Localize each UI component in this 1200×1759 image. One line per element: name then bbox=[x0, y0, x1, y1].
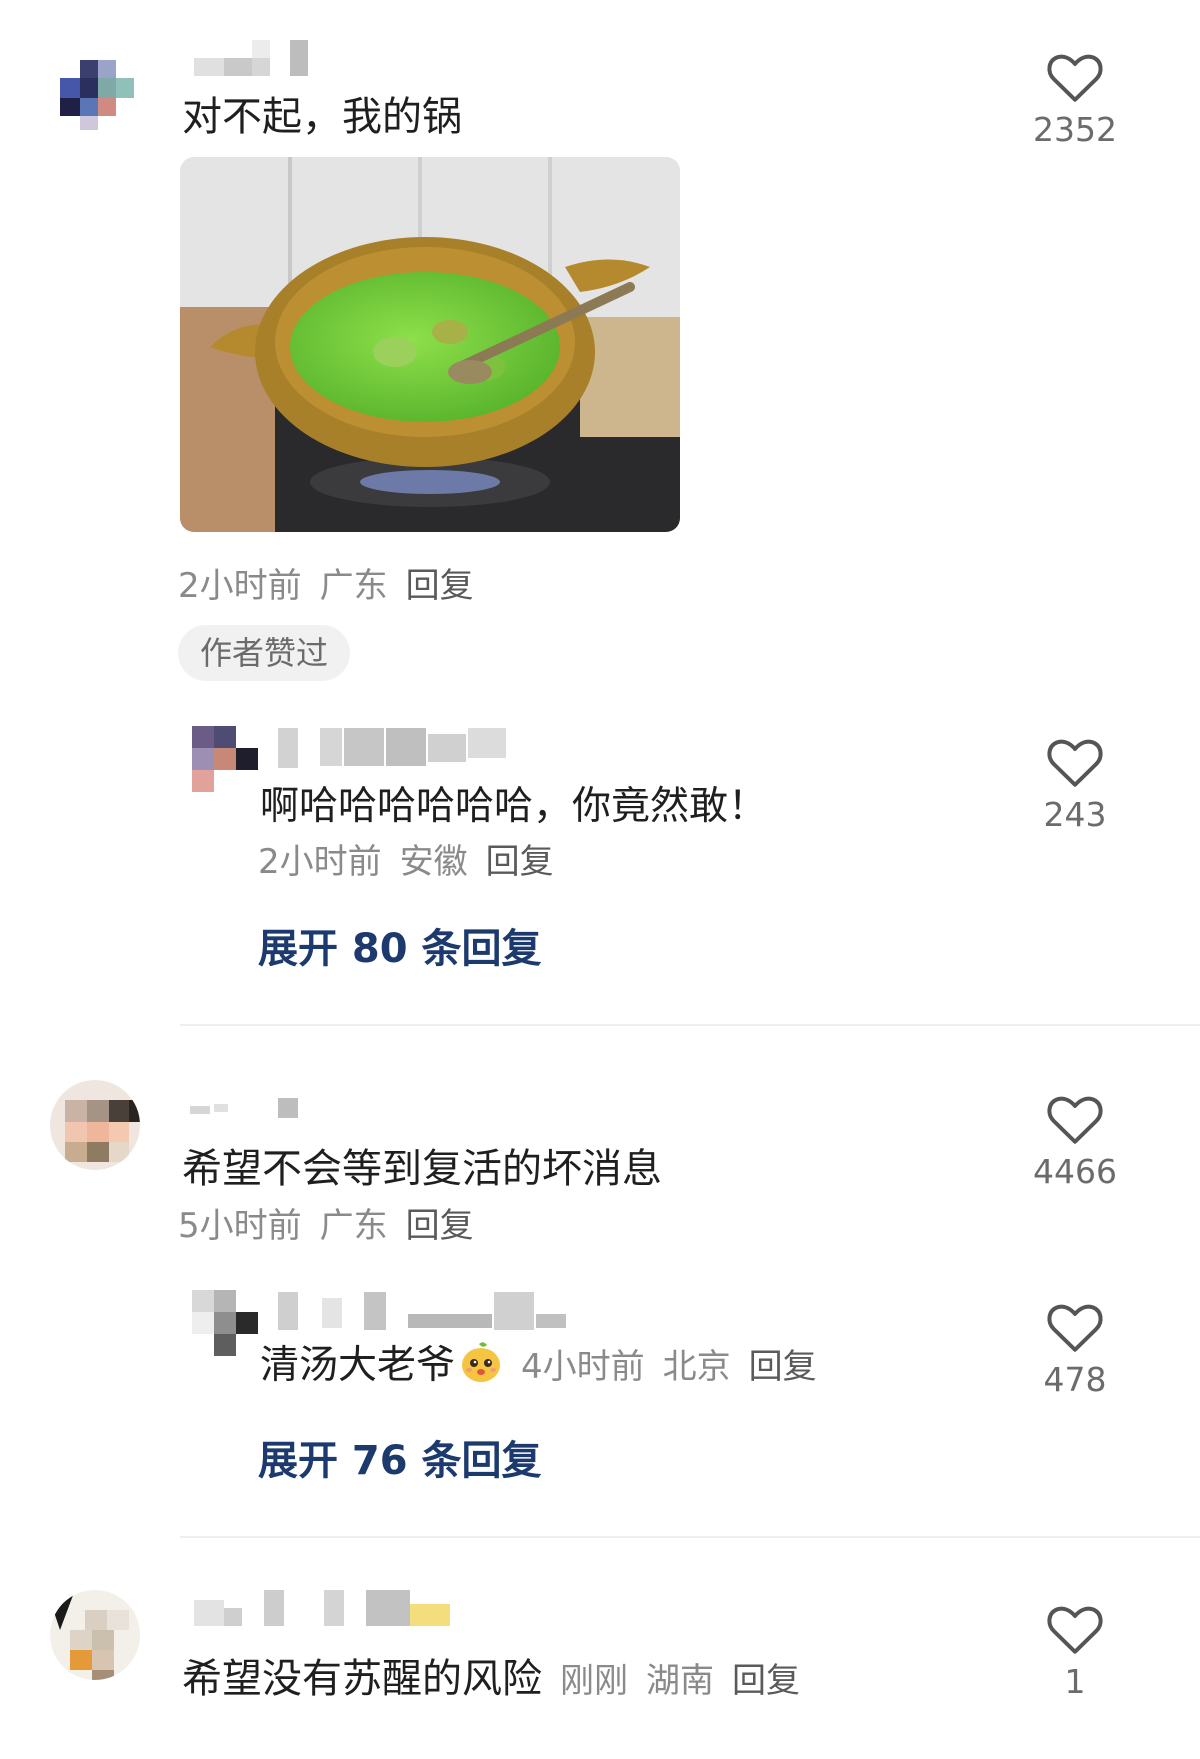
comment-photo[interactable] bbox=[180, 157, 680, 532]
like-button[interactable]: 1 bbox=[1020, 1600, 1130, 1702]
reply-link[interactable]: 回复 bbox=[406, 566, 474, 606]
comment-meta: 5小时前 广东 回复 bbox=[178, 1204, 492, 1248]
reply-like-button[interactable]: 478 bbox=[1020, 1298, 1130, 1400]
expand-replies-link[interactable]: 展开 76 条回复 bbox=[258, 1436, 542, 1486]
reply-location: 北京 bbox=[662, 1347, 731, 1387]
comment-meta: 2小时前 广东 回复 bbox=[178, 564, 492, 608]
reply-meta: 2小时前 安徽 回复 bbox=[258, 840, 572, 884]
like-count: 2352 bbox=[1033, 110, 1117, 149]
avatar-mosaic bbox=[50, 1590, 140, 1680]
avatar-mosaic bbox=[60, 60, 134, 130]
comment-text: 希望没有苏醒的风险 刚刚 湖南 回复 bbox=[182, 1654, 818, 1706]
comment-time: 2小时前 bbox=[178, 566, 302, 606]
comment-location: 广东 bbox=[319, 1206, 388, 1246]
heart-outline-icon bbox=[1047, 1606, 1103, 1654]
comment-location: 湖南 bbox=[646, 1661, 714, 1701]
reply-link[interactable]: 回复 bbox=[749, 1347, 817, 1387]
avatar-mosaic bbox=[50, 1080, 140, 1170]
username-blurred[interactable] bbox=[190, 40, 320, 80]
divider bbox=[180, 1536, 1200, 1538]
comment-location: 广东 bbox=[319, 566, 388, 606]
reply-like-count: 243 bbox=[1043, 795, 1107, 834]
comment-meta: 刚刚 湖南 回复 bbox=[560, 1661, 818, 1701]
reply-like-count: 478 bbox=[1043, 1360, 1107, 1399]
heart-outline-icon bbox=[1047, 1304, 1103, 1352]
heart-outline-icon bbox=[1047, 54, 1103, 102]
reply-username-blurred[interactable] bbox=[278, 728, 518, 770]
like-button[interactable]: 2352 bbox=[1020, 48, 1130, 150]
reply-avatar[interactable] bbox=[192, 726, 258, 792]
reply-text-content: 清汤大老爷 bbox=[260, 1343, 456, 1388]
like-count: 4466 bbox=[1033, 1152, 1117, 1191]
reply-username-blurred[interactable] bbox=[278, 1292, 598, 1332]
heart-outline-icon bbox=[1047, 739, 1103, 787]
comment-time: 刚刚 bbox=[560, 1661, 628, 1701]
reply-text: 清汤大老爷 4小时前 北京 回复 bbox=[260, 1340, 835, 1392]
comment-text: 希望不会等到复活的坏消息 bbox=[182, 1146, 662, 1192]
reply-location: 安徽 bbox=[399, 842, 468, 882]
reply-link[interactable]: 回复 bbox=[406, 1206, 474, 1246]
avatar[interactable] bbox=[60, 40, 150, 130]
like-count: 1 bbox=[1064, 1662, 1086, 1701]
reply-link[interactable]: 回复 bbox=[486, 842, 554, 882]
like-button[interactable]: 4466 bbox=[1020, 1090, 1130, 1192]
reply-time: 4小时前 bbox=[521, 1347, 645, 1387]
green-soup-pot-image bbox=[180, 157, 680, 532]
reply-meta: 4小时前 北京 回复 bbox=[521, 1347, 835, 1387]
username-blurred[interactable] bbox=[190, 1590, 480, 1630]
comment-time: 5小时前 bbox=[178, 1206, 302, 1246]
reply-avatar-mosaic bbox=[192, 726, 258, 792]
reply-time: 2小时前 bbox=[258, 842, 382, 882]
reply-avatar-mosaic bbox=[192, 1290, 258, 1356]
reply-avatar[interactable] bbox=[192, 1290, 258, 1356]
author-liked-badge: 作者赞过 bbox=[178, 625, 351, 681]
mango-emoji-icon bbox=[462, 1342, 501, 1382]
reply-text: 啊哈哈哈哈哈哈，你竟然敢！ bbox=[260, 784, 768, 829]
avatar[interactable] bbox=[50, 1590, 140, 1680]
divider bbox=[180, 1024, 1200, 1026]
reply-like-button[interactable]: 243 bbox=[1020, 733, 1130, 835]
comment-text-content: 希望没有苏醒的风险 bbox=[182, 1656, 542, 1702]
username-blurred[interactable] bbox=[190, 1098, 310, 1120]
reply-link[interactable]: 回复 bbox=[732, 1661, 800, 1701]
avatar[interactable] bbox=[50, 1080, 140, 1170]
comment-text: 对不起，我的锅 bbox=[182, 94, 462, 140]
expand-replies-link[interactable]: 展开 80 条回复 bbox=[258, 924, 542, 974]
heart-outline-icon bbox=[1047, 1096, 1103, 1144]
